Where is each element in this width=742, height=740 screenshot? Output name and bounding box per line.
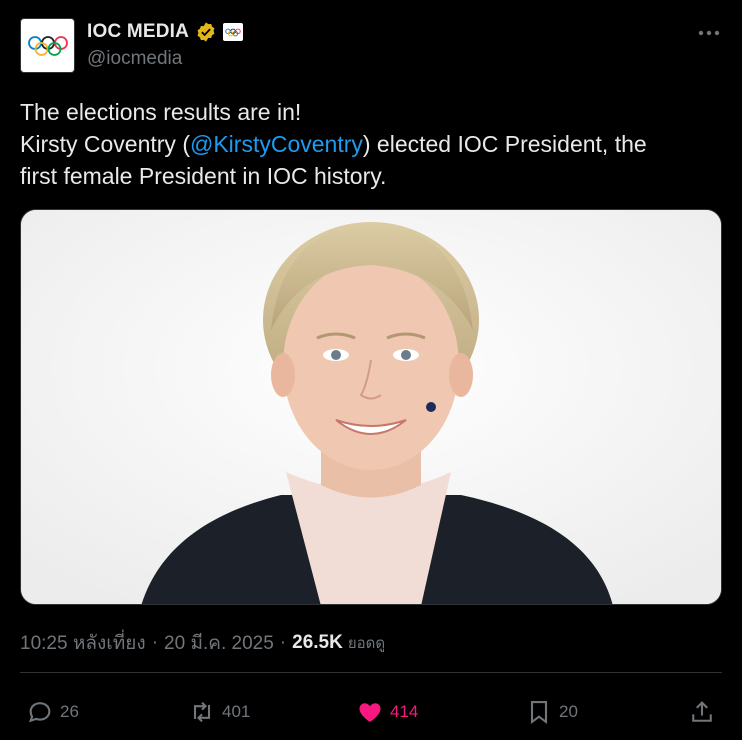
meta-separator: · xyxy=(151,632,159,653)
repost-button[interactable]: 401 xyxy=(188,694,250,730)
repost-count: 401 xyxy=(222,702,251,721)
meta-separator: · xyxy=(279,632,287,653)
share-icon xyxy=(692,701,712,722)
like-button[interactable]: 414 xyxy=(356,694,418,730)
mention-link[interactable]: @KirstyCoventry xyxy=(190,131,363,157)
bookmark-icon xyxy=(530,701,548,725)
tweet-line-2-prefix: Kirsty Coventry ( xyxy=(20,131,190,157)
olympic-rings-icon xyxy=(27,35,68,56)
heart-filled-icon xyxy=(359,703,381,722)
share-button[interactable] xyxy=(688,694,716,730)
bookmark-button[interactable]: 20 xyxy=(525,694,578,730)
views-count: 26.5K xyxy=(292,632,343,653)
author-handle[interactable]: @iocmedia xyxy=(87,48,243,70)
tweet-date[interactable]: 20 มี.ค. 2025 xyxy=(164,628,274,658)
reply-count: 26 xyxy=(60,702,79,721)
repost-icon xyxy=(193,701,211,723)
tweet-header: IOC MEDIA @iocmedia xyxy=(20,18,722,74)
author-display-name[interactable]: IOC MEDIA xyxy=(87,21,189,43)
olympic-rings-icon xyxy=(225,28,241,36)
reply-button[interactable]: 26 xyxy=(26,694,79,730)
tweet-metadata: 10:25 หลังเที่ยง · 20 มี.ค. 2025 · 26.5K… xyxy=(20,628,385,658)
tweet-line-2-suffix: ) elected IOC President, the xyxy=(362,131,647,157)
tweet-line-1: The elections results are in! xyxy=(20,99,302,125)
more-dots-icon xyxy=(698,30,720,36)
author-avatar[interactable] xyxy=(20,18,75,73)
reply-icon xyxy=(28,702,51,723)
action-bar: 26 401 414 20 xyxy=(20,694,722,730)
divider xyxy=(20,672,722,673)
tweet-line-3: first female President in IOC history. xyxy=(20,163,387,189)
tweet-line-2: Kirsty Coventry (@KirstyCoventry) electe… xyxy=(20,128,720,160)
bookmark-count: 20 xyxy=(559,702,578,721)
tweet-text: The elections results are in! Kirsty Cov… xyxy=(20,96,720,192)
like-count: 414 xyxy=(390,702,419,721)
portrait-photo-icon xyxy=(21,210,721,604)
tweet-photo[interactable] xyxy=(20,209,722,605)
views-label: ยอดดู xyxy=(347,635,386,652)
more-options-button[interactable] xyxy=(696,20,722,46)
affiliate-badge[interactable] xyxy=(223,23,244,41)
tweet-time[interactable]: 10:25 หลังเที่ยง xyxy=(20,628,146,658)
gold-verified-badge-icon[interactable] xyxy=(195,21,217,43)
